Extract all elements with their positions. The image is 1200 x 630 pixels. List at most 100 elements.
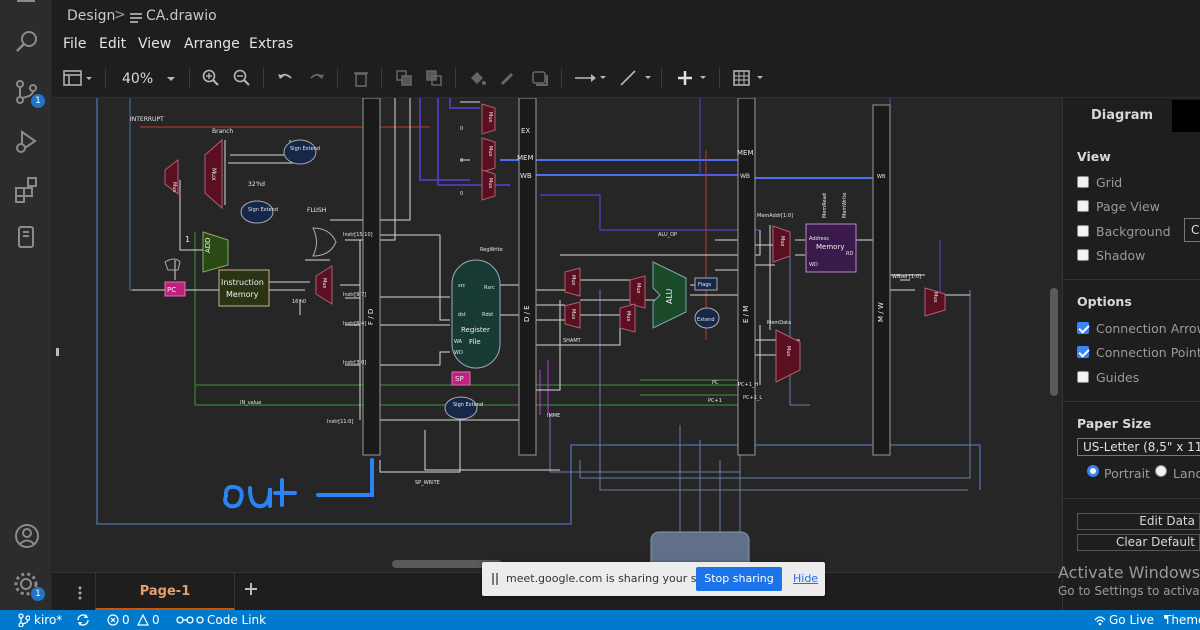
drawio-file-icon: [130, 11, 142, 27]
branch-icon[interactable]: [18, 613, 31, 630]
theme-label[interactable]: Theme: [1164, 613, 1200, 627]
label-sign-extend-2: Sign Extend: [248, 207, 278, 213]
hide-link[interactable]: Hide: [793, 572, 818, 585]
go-live-icon[interactable]: [1093, 613, 1107, 630]
menu-edit[interactable]: Edit: [99, 36, 126, 52]
activate-windows-watermark: Activate Windows Go to Settings to activ…: [1058, 563, 1200, 598]
label-sp-write: SP_WRITE: [415, 480, 440, 486]
format-panel-icon[interactable]: [63, 69, 95, 87]
insert-icon[interactable]: [676, 69, 710, 87]
undo-icon[interactable]: [276, 69, 294, 87]
panel-tab-style[interactable]: [1172, 100, 1200, 132]
shadow-icon[interactable]: [531, 69, 549, 87]
label-sp-box: SP: [455, 375, 464, 383]
label-pc1-l: PC+1_L: [743, 395, 762, 401]
stop-sharing-button[interactable]: Stop sharing: [696, 567, 782, 591]
label-pc1: PC+1: [708, 398, 722, 404]
panel-title[interactable]: Diagram: [1091, 108, 1153, 123]
label-instr9-7: Instr[9:7]: [343, 292, 366, 298]
sync-icon[interactable]: [76, 613, 90, 630]
to-back-icon[interactable]: [425, 69, 443, 87]
label-de: D / E: [523, 305, 531, 322]
menu-file[interactable]: File: [63, 36, 86, 52]
warnings-count[interactable]: 0: [152, 613, 160, 627]
drag-handle-icon[interactable]: [492, 573, 498, 588]
settings-gear-icon[interactable]: 1: [13, 571, 45, 601]
label-wd-mem: WD: [809, 262, 818, 268]
label-mem: MEM: [517, 154, 534, 162]
page-tab-1[interactable]: Page-1: [95, 573, 235, 610]
explorer-icon[interactable]: [13, 0, 41, 22]
label-mux-alu-4: Mux: [625, 311, 631, 321]
errors-icon[interactable]: [107, 613, 119, 630]
table-icon[interactable]: [733, 69, 767, 87]
menu-bar: File Edit View Arrange Extras: [52, 32, 1200, 58]
landscape-radio[interactable]: [1155, 465, 1167, 477]
add-page-icon[interactable]: [244, 581, 258, 600]
label-sign-extend-3: Sign Extend: [453, 402, 483, 408]
activate-subtitle: Go to Settings to activate: [1058, 584, 1200, 598]
diagram-canvas[interactable]: out INTERRUPT Branch Sign Extend Sign Ex…: [52, 98, 1062, 572]
options-section-label: Options: [1077, 294, 1132, 309]
go-live-label[interactable]: Go Live: [1109, 613, 1154, 627]
run-debug-icon[interactable]: [13, 128, 41, 156]
label-address: Address: [809, 236, 829, 242]
breadcrumb-file[interactable]: CA.drawio: [146, 8, 217, 24]
portrait-radio[interactable]: [1087, 465, 1099, 477]
zoom-in-icon[interactable]: [202, 69, 220, 87]
menu-view[interactable]: View: [138, 36, 171, 52]
label-fd: F / D: [367, 309, 375, 325]
search-icon[interactable]: [13, 28, 41, 56]
menu-extras[interactable]: Extras: [249, 36, 293, 52]
label-wa: WA: [454, 339, 463, 345]
screen-share-banner: meet.google.com is sharing your screen. …: [482, 562, 825, 596]
code-link-icon[interactable]: [176, 613, 204, 630]
connection-icon[interactable]: [574, 69, 608, 87]
vertical-scrollbar[interactable]: [1050, 288, 1058, 396]
breadcrumb-folder[interactable]: Design: [67, 8, 115, 24]
to-front-icon[interactable]: [395, 69, 413, 87]
remote-explorer-icon[interactable]: [13, 224, 41, 252]
zoom-dropdown-icon[interactable]: [165, 69, 177, 87]
activity-bar: 1 1: [0, 0, 52, 610]
label-pc1-h: PC+1_H: [738, 382, 758, 388]
label-wb-2: WB: [740, 173, 750, 180]
account-icon[interactable]: [13, 522, 41, 550]
label-in-value: IN_value: [240, 400, 261, 406]
errors-count[interactable]: 0: [122, 613, 130, 627]
label-alu: ALU: [665, 288, 674, 304]
menu-arrange[interactable]: Arrange: [184, 36, 240, 52]
zoom-level[interactable]: 40%: [122, 71, 153, 89]
line-color-icon[interactable]: [499, 69, 517, 87]
canvas-splitter-handle[interactable]: [56, 348, 59, 356]
label-mux-mem-2: Mux: [785, 346, 791, 356]
fill-color-icon[interactable]: [468, 69, 486, 87]
redo-icon[interactable]: [308, 69, 326, 87]
label-memwrite: MemWrite: [842, 193, 848, 218]
label-ex: EX: [521, 127, 530, 135]
edit-data-button[interactable]: Edit Data: [1077, 513, 1200, 530]
label-instr15-10: Instr[15:10]: [343, 232, 373, 238]
zoom-out-icon[interactable]: [233, 69, 251, 87]
status-bar: kiro* 0 0 Code Link Go Live Theme: [0, 610, 1200, 630]
label-zero-1: 0: [460, 126, 463, 132]
handwritten-out: out: [225, 510, 227, 513]
activate-title: Activate Windows: [1058, 563, 1200, 582]
label-em: E / M: [742, 306, 750, 323]
delete-icon[interactable]: [352, 69, 370, 87]
pages-menu-icon[interactable]: [78, 585, 82, 604]
paper-size-select[interactable]: US-Letter (8,5" x 11"): [1077, 438, 1200, 456]
branch-name[interactable]: kiro*: [34, 613, 62, 627]
background-color-button[interactable]: Cl: [1184, 218, 1200, 242]
clear-default-style-button[interactable]: Clear Default: [1077, 534, 1200, 551]
code-link-label[interactable]: Code Link: [207, 613, 266, 627]
breadcrumb-separator: >: [114, 7, 126, 23]
label-zero-2: 0: [460, 158, 463, 164]
extensions-icon[interactable]: [13, 176, 41, 204]
warnings-icon[interactable]: [137, 613, 149, 630]
label-sign-extend: Sign Extend: [290, 146, 320, 152]
waypoints-icon[interactable]: [619, 69, 653, 87]
source-control-icon[interactable]: 1: [13, 78, 45, 108]
label-mux-2: Mux: [210, 168, 217, 181]
label-rdst: Rdst: [482, 312, 493, 318]
